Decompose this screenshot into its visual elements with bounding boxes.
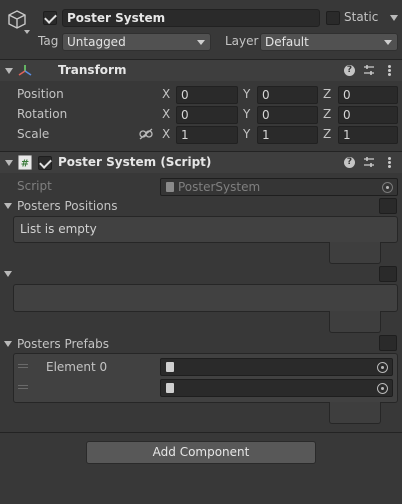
- scale-z-axis-label: Z: [323, 127, 332, 141]
- script-label: Script: [17, 179, 52, 193]
- rotation-z-field[interactable]: 0: [338, 106, 398, 124]
- transform-axes-icon: [17, 63, 33, 79]
- static-label: Static: [344, 10, 379, 24]
- unnamed-list-foldout-arrow[interactable]: [4, 271, 12, 277]
- rotation-y-axis-label: Y: [243, 107, 251, 121]
- script-foldout-arrow[interactable]: [5, 160, 13, 166]
- posters-prefabs-label: Posters Prefabs: [17, 337, 110, 351]
- tag-label: Tag: [38, 34, 59, 48]
- tag-dropdown-value: Untagged: [67, 35, 126, 49]
- chevron-down-icon: [384, 40, 392, 45]
- prefab-file-icon: [166, 383, 174, 393]
- help-icon[interactable]: ?: [344, 157, 355, 168]
- scale-x-axis-label: X: [162, 127, 171, 141]
- gameobject-name-field[interactable]: Poster System: [62, 9, 320, 27]
- position-y-field[interactable]: 0: [257, 86, 318, 104]
- element1-object-field[interactable]: [160, 379, 393, 397]
- object-picker-icon[interactable]: [377, 383, 388, 394]
- scale-y-field[interactable]: 1: [257, 126, 318, 144]
- rotation-label: Rotation: [17, 107, 68, 121]
- script-component-title: Poster System (Script): [58, 155, 212, 169]
- kebab-menu-icon[interactable]: [388, 157, 391, 168]
- layer-dropdown[interactable]: Default: [260, 33, 398, 51]
- element0-label: Element 0: [46, 360, 108, 374]
- rotation-x-axis-label: X: [162, 107, 171, 121]
- scale-y-axis-label: Y: [243, 127, 251, 141]
- svg-text:#: #: [21, 159, 29, 170]
- element0-object-field[interactable]: [160, 358, 393, 376]
- object-picker-icon: [382, 182, 393, 193]
- chevron-down-icon: [197, 40, 205, 45]
- posters-prefabs-list: Element 0: [13, 353, 398, 403]
- script-file-icon: [166, 182, 174, 192]
- posters-positions-foldout-arrow[interactable]: [4, 203, 12, 209]
- drag-handle-icon[interactable]: [18, 385, 28, 389]
- rotation-x-field[interactable]: 0: [176, 106, 238, 124]
- unnamed-list-size-field[interactable]: [379, 266, 397, 282]
- posters-positions-add-remove-footer[interactable]: [329, 242, 381, 264]
- layer-label: Layer: [225, 34, 259, 48]
- object-picker-icon[interactable]: [377, 362, 388, 373]
- active-checkbox[interactable]: [43, 11, 57, 25]
- position-x-axis-label: X: [162, 87, 171, 101]
- script-object-field: PosterSystem: [160, 178, 398, 196]
- position-label: Position: [17, 87, 64, 101]
- posters-prefabs-size-field[interactable]: [379, 335, 397, 351]
- script-object-value: PosterSystem: [178, 180, 261, 194]
- preset-sliders-icon[interactable]: [363, 156, 375, 168]
- add-component-button[interactable]: Add Component: [86, 441, 316, 464]
- posters-positions-size-field[interactable]: [379, 198, 397, 214]
- tag-dropdown[interactable]: Untagged: [62, 33, 211, 51]
- transform-title: Transform: [58, 63, 127, 77]
- gameobject-icon-dropdown-arrow[interactable]: [24, 30, 30, 34]
- preset-sliders-icon[interactable]: [363, 64, 375, 76]
- kebab-menu-icon[interactable]: [388, 65, 391, 76]
- unnamed-list-add-remove-footer[interactable]: [329, 311, 381, 333]
- prefab-file-icon: [166, 362, 174, 372]
- help-icon[interactable]: ?: [344, 65, 355, 76]
- layer-dropdown-value: Default: [265, 35, 309, 49]
- static-dropdown-arrow[interactable]: [390, 15, 398, 21]
- unnamed-list-body: [13, 284, 398, 312]
- constrain-link-icon[interactable]: [139, 128, 153, 140]
- rotation-z-axis-label: Z: [323, 107, 332, 121]
- posters-prefabs-foldout-arrow[interactable]: [4, 341, 12, 347]
- scale-label: Scale: [17, 127, 50, 141]
- drag-handle-icon[interactable]: [18, 364, 28, 368]
- component-separator: [0, 432, 402, 433]
- rotation-y-field[interactable]: 0: [257, 106, 318, 124]
- script-hash-icon: #: [18, 155, 32, 170]
- position-z-field[interactable]: 0: [338, 86, 398, 104]
- transform-foldout-arrow[interactable]: [5, 68, 13, 74]
- posters-prefabs-add-remove-footer[interactable]: [329, 402, 381, 424]
- posters-positions-label: Posters Positions: [17, 199, 118, 213]
- script-enabled-checkbox[interactable]: [38, 156, 52, 170]
- static-checkbox[interactable]: [326, 11, 340, 25]
- position-x-field[interactable]: 0: [176, 86, 238, 104]
- scale-z-field[interactable]: 1: [338, 126, 398, 144]
- position-z-axis-label: Z: [323, 87, 332, 101]
- scale-x-field[interactable]: 1: [176, 126, 238, 144]
- posters-positions-list: List is empty: [13, 216, 398, 243]
- list-empty-text: List is empty: [20, 222, 97, 236]
- position-y-axis-label: Y: [243, 87, 251, 101]
